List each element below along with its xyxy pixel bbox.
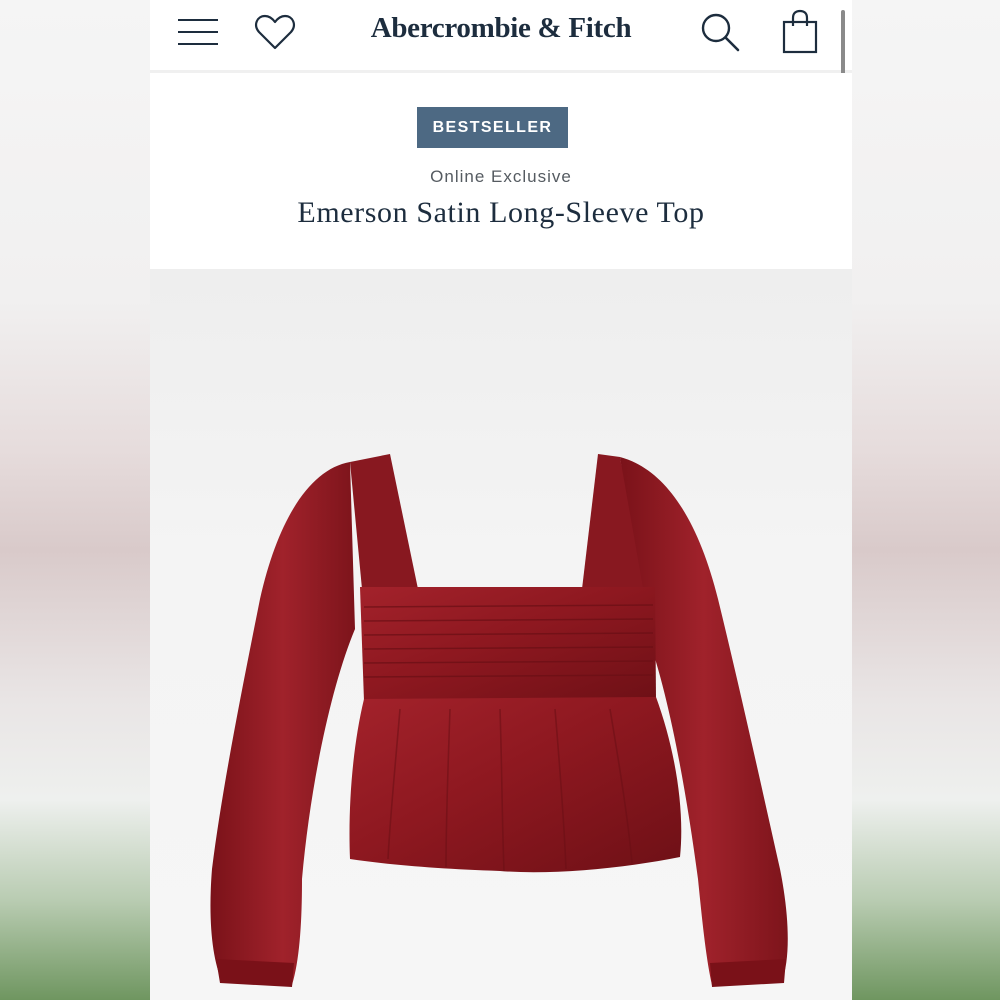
satin-top-garment-illustration bbox=[210, 454, 788, 987]
mobile-screen: Abercrombie & Fitch BESTSELLER Online Ex… bbox=[150, 0, 852, 1000]
bestseller-badge: BESTSELLER bbox=[417, 107, 568, 148]
heart-icon bbox=[255, 14, 295, 50]
product-subtitle: Online Exclusive bbox=[430, 167, 572, 186]
menu-icon bbox=[178, 19, 218, 45]
product-image[interactable] bbox=[150, 269, 852, 1000]
shopping-bag-button[interactable] bbox=[776, 8, 824, 56]
product-title: Emerson Satin Long-Sleeve Top bbox=[297, 196, 705, 229]
brand-logo[interactable]: Abercrombie & Fitch bbox=[350, 8, 652, 48]
top-navigation-bar: Abercrombie & Fitch bbox=[150, 0, 852, 124]
bag-icon bbox=[782, 9, 818, 54]
menu-button[interactable] bbox=[174, 8, 222, 56]
blurred-background-left bbox=[0, 0, 150, 1000]
search-icon bbox=[701, 13, 740, 52]
blurred-background-right bbox=[850, 0, 1000, 1000]
wishlist-button[interactable] bbox=[251, 8, 299, 56]
search-button[interactable] bbox=[696, 8, 744, 56]
product-header: BESTSELLER Online Exclusive Emerson Sati… bbox=[150, 73, 852, 269]
